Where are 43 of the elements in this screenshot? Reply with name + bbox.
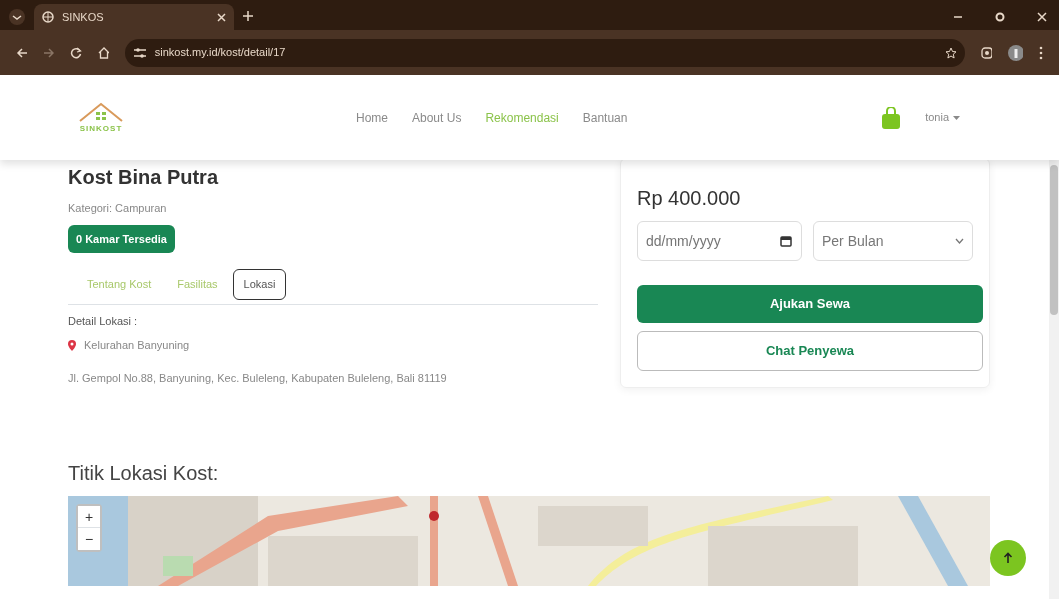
back-icon[interactable] — [16, 46, 28, 59]
submit-rent-button[interactable]: Ajukan Sewa — [637, 285, 983, 323]
map-title: Titik Lokasi Kost: — [68, 461, 220, 486]
chevron-down-icon — [955, 238, 964, 244]
reload-icon[interactable] — [70, 46, 82, 59]
logo-text: SINKOST — [79, 122, 123, 135]
detail-label: Detail Lokasi : — [68, 313, 139, 329]
profile-icon[interactable] — [1008, 44, 1024, 61]
map-pin-icon — [68, 339, 76, 351]
nav-link[interactable]: Home — [356, 108, 388, 127]
home-icon[interactable] — [97, 46, 109, 59]
nav-link[interactable]: Bantuan — [582, 108, 628, 127]
star-icon[interactable] — [945, 46, 958, 59]
kelurahan-text: Kelurahan Banyuning — [84, 338, 190, 353]
period-select[interactable]: Per Bulan — [813, 221, 973, 261]
site-settings-icon[interactable] — [132, 46, 147, 59]
date-field[interactable]: dd/mm/yyyy — [637, 221, 802, 261]
scrollbar-thumb[interactable] — [1050, 165, 1058, 315]
user-menu[interactable]: tonia — [925, 109, 949, 126]
price-text: Rp 400.000 — [637, 186, 742, 211]
tab-title: SINKOS — [62, 9, 105, 25]
menu-icon[interactable] — [1039, 45, 1043, 60]
calendar-icon — [780, 235, 792, 247]
arrow-up-icon — [1003, 552, 1013, 564]
caret-icon[interactable] — [953, 115, 960, 120]
nav-link[interactable]: About Us — [412, 108, 462, 127]
new-tab-icon[interactable] — [242, 10, 254, 22]
tab-search-icon[interactable] — [8, 8, 26, 26]
scroll-to-top-button[interactable] — [990, 540, 1026, 576]
zoom-in-button[interactable]: + — [78, 506, 100, 528]
restore-icon[interactable] — [995, 12, 1005, 22]
close-icon[interactable] — [217, 12, 226, 22]
availability-badge: 0 Kamar Tersedia — [68, 224, 175, 253]
globe-icon — [42, 11, 54, 23]
category-text: Kategori: Campuran — [68, 201, 168, 216]
address-text: Jl. Gempol No.88, Banyuning, Kec. Buleleng, Kabupaten Buleleng, Bali 81119 — [68, 370, 448, 386]
tab[interactable]: Lokasi — [232, 269, 287, 300]
kost-name: Kost Bina Putra — [68, 165, 220, 190]
chat-button[interactable]: Chat Penyewa — [637, 331, 983, 371]
close-window-icon[interactable] — [1037, 12, 1047, 22]
browser-tab[interactable]: SINKOS — [34, 4, 234, 30]
forward-icon[interactable] — [43, 46, 55, 59]
house-icon — [78, 100, 124, 123]
